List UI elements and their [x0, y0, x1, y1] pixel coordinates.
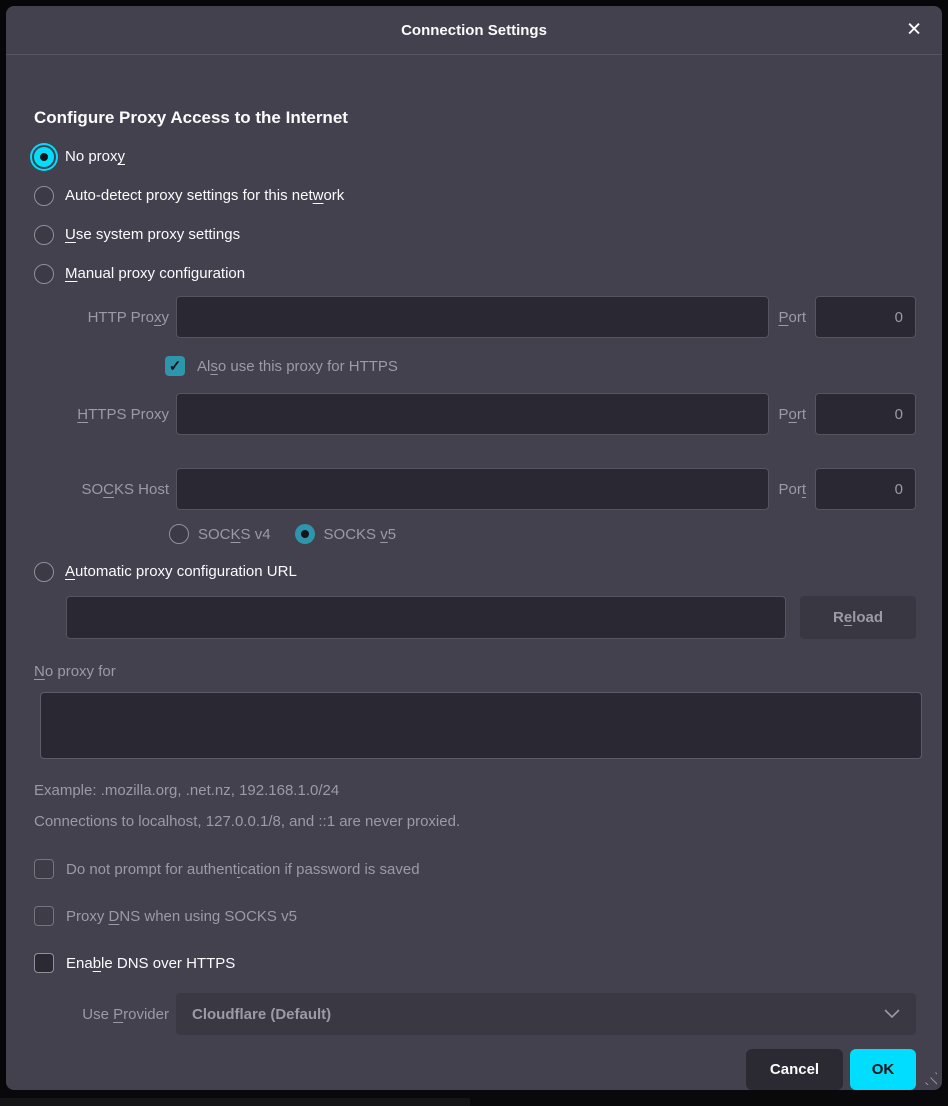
radio-socks-v4[interactable] [169, 524, 189, 544]
dialog-title: Connection Settings [401, 22, 547, 39]
radio-row-manual-proxy[interactable]: Manual proxy configuration [34, 254, 916, 293]
background-page-edge [0, 1098, 470, 1106]
socks-v4-option[interactable]: SOCKS v4 [169, 524, 271, 544]
radio-system-proxy[interactable] [34, 225, 54, 245]
page-title: Configure Proxy Access to the Internet [34, 107, 916, 129]
socks-host-label: SOCKS Host [34, 481, 169, 498]
http-proxy-input[interactable] [176, 296, 769, 338]
provider-dropdown[interactable]: Cloudflare (Default) [176, 993, 916, 1035]
https-port-input[interactable] [815, 393, 916, 435]
connection-settings-dialog: Connection Settings ✕ Configure Proxy Ac… [6, 6, 942, 1090]
https-proxy-label: HTTPS Proxy [34, 406, 169, 423]
radio-auto-url-label: Automatic proxy configuration URL [65, 563, 297, 580]
enable-doh-label: Enable DNS over HTTPS [66, 955, 235, 972]
socks-port-label: Port [778, 481, 806, 498]
radio-no-proxy[interactable] [34, 147, 54, 167]
no-prompt-auth-label: Do not prompt for authentication if pass… [66, 861, 420, 878]
radio-row-auto-url[interactable]: Automatic proxy configuration URL [34, 552, 916, 591]
dialog-titlebar: Connection Settings ✕ [6, 6, 942, 55]
no-prompt-auth-checkbox[interactable] [34, 859, 54, 879]
socks-v5-label: SOCKS v5 [324, 526, 397, 543]
http-port-input[interactable] [815, 296, 916, 338]
https-proxy-input[interactable] [176, 393, 769, 435]
radio-row-no-proxy[interactable]: No proxy [34, 137, 916, 176]
enable-doh-checkbox[interactable] [34, 953, 54, 973]
proxy-dns-label: Proxy DNS when using SOCKS v5 [66, 908, 297, 925]
radio-manual-proxy[interactable] [34, 264, 54, 284]
auto-config-url-input[interactable] [66, 596, 786, 639]
radio-auto-detect[interactable] [34, 186, 54, 206]
also-https-checkbox[interactable]: ✓ [165, 356, 185, 376]
socks-v5-option[interactable]: SOCKS v5 [295, 524, 397, 544]
no-proxy-for-textarea[interactable] [40, 692, 922, 759]
page-background-strip [0, 1090, 948, 1106]
radio-no-proxy-label: No proxy [65, 148, 125, 165]
radio-manual-proxy-label: Manual proxy configuration [65, 265, 245, 282]
ok-button[interactable]: OK [850, 1049, 916, 1090]
chevron-down-icon [884, 1009, 900, 1019]
http-proxy-row: HTTP Proxy Port [34, 296, 916, 338]
close-icon[interactable]: ✕ [900, 17, 928, 44]
no-proxy-example-text: Example: .mozilla.org, .net.nz, 192.168.… [34, 781, 916, 800]
socks-version-row: SOCKS v4 SOCKS v5 [34, 521, 916, 547]
socks-host-input[interactable] [176, 468, 769, 510]
no-proxy-note-text: Connections to localhost, 127.0.0.1/8, a… [34, 812, 916, 831]
no-prompt-auth-row[interactable]: Do not prompt for authentication if pass… [34, 855, 916, 883]
cancel-button[interactable]: Cancel [746, 1049, 843, 1090]
enable-doh-row[interactable]: Enable DNS over HTTPS [34, 949, 916, 977]
provider-row: Use Provider Cloudflare (Default) [34, 993, 916, 1035]
radio-auto-detect-label: Auto-detect proxy settings for this netw… [65, 187, 344, 204]
https-proxy-row: HTTPS Proxy Port [34, 393, 916, 435]
auto-config-url-row: Reload [34, 596, 916, 639]
use-provider-label: Use Provider [34, 1006, 169, 1023]
radio-socks-v5[interactable] [295, 524, 315, 544]
dialog-content: Configure Proxy Access to the Internet N… [6, 55, 942, 1036]
dialog-footer: Cancel OK [6, 1036, 942, 1090]
socks-port-input[interactable] [815, 468, 916, 510]
check-icon: ✓ [169, 359, 182, 374]
radio-row-system-proxy[interactable]: Use system proxy settings [34, 215, 916, 254]
proxy-dns-row[interactable]: Proxy DNS when using SOCKS v5 [34, 902, 916, 930]
http-port-label: Port [778, 309, 806, 326]
reload-button[interactable]: Reload [800, 596, 916, 639]
radio-system-proxy-label: Use system proxy settings [65, 226, 240, 243]
socks-v4-label: SOCKS v4 [198, 526, 271, 543]
proxy-dns-checkbox[interactable] [34, 906, 54, 926]
provider-dropdown-value: Cloudflare (Default) [192, 1006, 884, 1023]
radio-row-auto-detect[interactable]: Auto-detect proxy settings for this netw… [34, 176, 916, 215]
radio-auto-url[interactable] [34, 562, 54, 582]
no-proxy-for-label: No proxy for [34, 662, 916, 682]
also-https-label: Also use this proxy for HTTPS [197, 358, 398, 375]
socks-host-row: SOCKS Host Port [34, 468, 916, 510]
also-https-row[interactable]: ✓ Also use this proxy for HTTPS [34, 352, 916, 380]
http-proxy-label: HTTP Proxy [34, 309, 169, 326]
https-port-label: Port [778, 406, 806, 423]
